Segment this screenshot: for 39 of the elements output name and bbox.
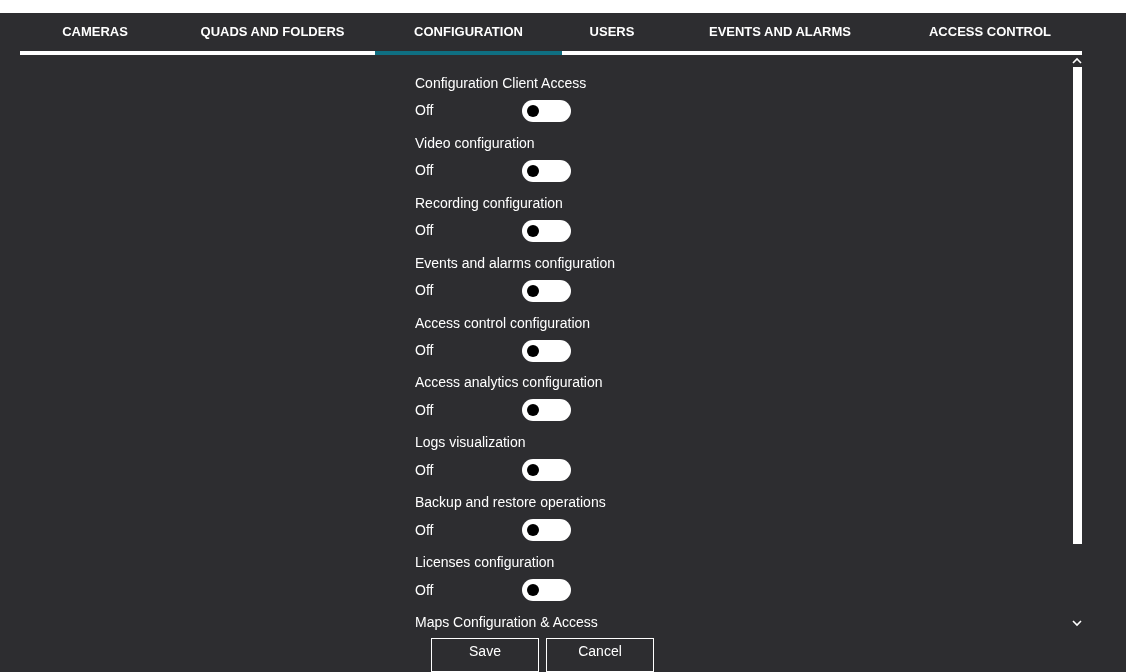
toggle-switch[interactable]: [522, 339, 571, 362]
toggle-switch[interactable]: [522, 399, 571, 422]
toggle-switch[interactable]: [522, 219, 571, 242]
toggle-switch[interactable]: [522, 99, 571, 122]
toggle-state-text: Off: [415, 580, 435, 600]
permission-label: Logs visualization: [415, 433, 527, 453]
permission-label: Access control configuration: [415, 313, 592, 333]
tab[interactable]: QUADS AND FOLDERS: [170, 13, 375, 55]
dialog-button[interactable]: Cancel: [546, 638, 654, 672]
scroll-up-icon[interactable]: [1072, 57, 1082, 64]
toggle-state-text: Off: [415, 101, 435, 121]
dialog-button[interactable]: Save: [431, 638, 539, 672]
tab[interactable]: ACCESS CONTROL: [898, 13, 1082, 55]
scroll-down-icon[interactable]: [1072, 620, 1082, 627]
toggle-state-text: Off: [415, 460, 435, 480]
toggle-switch[interactable]: [522, 579, 571, 602]
scrollbar-thumb[interactable]: [1072, 67, 1082, 544]
toggle-state-text: Off: [415, 341, 435, 360]
toggle-state-text: Off: [415, 281, 435, 301]
permission-label: Video configuration: [415, 133, 536, 153]
tab[interactable]: CAMERAS: [20, 13, 170, 55]
tab[interactable]: EVENTS AND ALARMS: [662, 13, 898, 55]
toggle-switch[interactable]: [522, 459, 571, 482]
permission-label: Backup and restore operations: [415, 493, 607, 513]
permission-label: Access analytics configuration: [415, 373, 604, 393]
permission-label: Maps Configuration & Access: [415, 613, 599, 632]
toggle-state-text: Off: [415, 520, 435, 540]
tab[interactable]: CONFIGURATION: [375, 13, 562, 55]
permission-label: Configuration Client Access: [415, 74, 588, 93]
toggle-state-text: Off: [415, 161, 435, 181]
toggle-switch[interactable]: [522, 159, 571, 182]
toggle-state-text: Off: [415, 221, 435, 241]
permission-label: Recording configuration: [415, 193, 564, 213]
toggle-switch[interactable]: [522, 519, 571, 542]
tab[interactable]: USERS: [562, 13, 662, 55]
permission-label: Events and alarms configuration: [415, 253, 616, 273]
toggle-switch[interactable]: [522, 279, 571, 302]
toggle-state-text: Off: [415, 400, 435, 420]
permission-label: Licenses configuration: [415, 553, 556, 573]
